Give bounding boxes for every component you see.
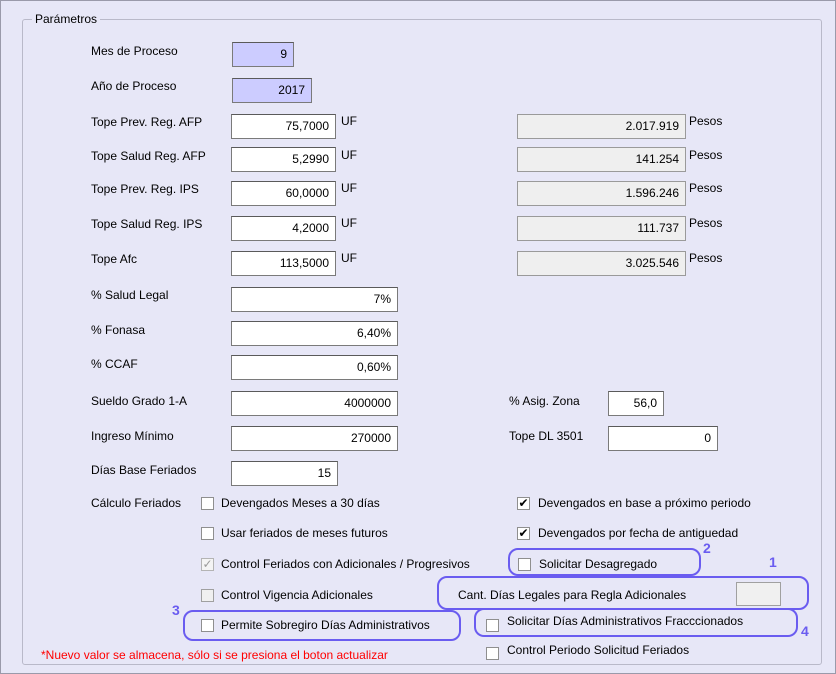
anio-label: Año de Proceso — [91, 79, 177, 93]
fonasa-label: % Fonasa — [91, 323, 146, 337]
salud-legal-input[interactable]: 7% — [231, 287, 398, 312]
devengados-30-checkbox[interactable] — [201, 497, 214, 510]
tope-salud-ips-label: Tope Salud Reg. IPS — [91, 217, 203, 231]
dias-base-input[interactable]: 15 — [231, 461, 338, 486]
tope-salud-afp-label: Tope Salud Reg. AFP — [91, 149, 206, 163]
mes-label: Mes de Proceso — [91, 44, 178, 58]
annotation-number-1: 1 — [769, 554, 777, 570]
dias-base-value: 15 — [317, 466, 331, 480]
tope-salud-afp-input[interactable]: 5,2990 — [231, 147, 336, 172]
ingreso-input[interactable]: 270000 — [231, 426, 398, 451]
highlight-2 — [508, 548, 701, 576]
asig-zona-value: 56,0 — [633, 396, 657, 410]
devengados-proximo-checkbox[interactable]: ✔ — [517, 497, 530, 510]
sueldo-label: Sueldo Grado 1-A — [91, 394, 188, 408]
devengados-antiguedad-label: Devengados por fecha de antiguedad — [538, 526, 739, 540]
tope-afc-input[interactable]: 113,5000 — [231, 251, 336, 276]
highlight-3 — [183, 610, 461, 641]
control-vigencia-label: Control Vigencia Adicionales — [221, 588, 373, 602]
tope-salud-ips-pesos-value: 111.737 — [637, 221, 679, 235]
ingreso-value: 270000 — [350, 431, 391, 445]
group-title: Parámetros — [32, 12, 101, 26]
ingreso-label: Ingreso Mínimo — [91, 429, 174, 443]
anio-value: 2017 — [278, 83, 305, 97]
tope-dl-input[interactable]: 0 — [608, 426, 718, 451]
annotation-number-3: 3 — [172, 602, 180, 618]
usar-futuros-label: Usar feriados de meses futuros — [221, 526, 388, 540]
tope-prev-afp-input[interactable]: 75,7000 — [231, 114, 336, 139]
tope-prev-afp-value: 75,7000 — [285, 119, 329, 133]
tope-prev-ips-pesos-value: 1.596.246 — [625, 186, 679, 200]
pesos-unit: Pesos — [689, 114, 723, 128]
highlight-4 — [474, 608, 798, 637]
control-periodo-checkbox[interactable] — [486, 647, 499, 660]
dias-base-label: Días Base Feriados — [91, 463, 197, 477]
control-periodo-label: Control Periodo Solicitud Feriados — [507, 643, 690, 657]
pesos-unit: Pesos — [689, 181, 723, 195]
annotation-number-4: 4 — [801, 623, 809, 639]
mes-input[interactable]: 9 — [232, 42, 294, 67]
tope-afc-value: 113,5000 — [279, 256, 329, 270]
sueldo-value: 4000000 — [344, 396, 391, 410]
devengados-30-label: Devengados Meses a 30 días — [221, 496, 380, 510]
pesos-unit: Pesos — [689, 216, 723, 230]
uf-unit: UF — [341, 114, 357, 128]
uf-unit: UF — [341, 181, 357, 195]
tope-dl-value: 0 — [704, 431, 711, 445]
tope-dl-label: Tope DL 3501 — [509, 429, 584, 443]
tope-salud-ips-value: 4,2000 — [292, 221, 329, 235]
uf-unit: UF — [341, 148, 357, 162]
tope-afc-pesos-value: 3.025.546 — [625, 256, 679, 270]
mes-value: 9 — [280, 47, 287, 61]
tope-prev-ips-pesos: 1.596.246 — [517, 181, 686, 206]
uf-unit: UF — [341, 216, 357, 230]
tope-prev-afp-pesos: 2.017.919 — [517, 114, 686, 139]
annotation-number-2: 2 — [703, 540, 711, 556]
fonasa-value: 6,40% — [356, 326, 391, 340]
asig-zona-label: % Asig. Zona — [509, 394, 580, 408]
tope-salud-ips-input[interactable]: 4,2000 — [231, 216, 336, 241]
devengados-antiguedad-checkbox[interactable]: ✔ — [517, 527, 530, 540]
pesos-unit: Pesos — [689, 148, 723, 162]
asig-zona-input[interactable]: 56,0 — [608, 391, 664, 416]
control-adicionales-checkbox[interactable]: ✓ — [201, 558, 214, 571]
devengados-proximo-label: Devengados en base a próximo periodo — [538, 496, 751, 510]
highlight-1 — [437, 576, 809, 610]
sueldo-input[interactable]: 4000000 — [231, 391, 398, 416]
tope-salud-afp-pesos: 141.254 — [517, 147, 686, 172]
salud-legal-value: 7% — [373, 292, 391, 306]
tope-salud-afp-value: 5,2990 — [292, 152, 329, 166]
tope-prev-afp-pesos-value: 2.017.919 — [625, 119, 679, 133]
tope-prev-afp-label: Tope Prev. Reg. AFP — [91, 115, 203, 129]
ccaf-input[interactable]: 0,60% — [231, 355, 398, 380]
tope-afc-pesos: 3.025.546 — [517, 251, 686, 276]
tope-prev-ips-value: 60,0000 — [285, 186, 329, 200]
ccaf-label: % CCAF — [91, 357, 138, 371]
anio-input[interactable]: 2017 — [232, 78, 312, 103]
calculo-feriados-label: Cálculo Feriados — [91, 496, 182, 510]
actualizar-note: *Nuevo valor se almacena, sólo si se pre… — [41, 648, 388, 662]
control-vigencia-checkbox[interactable] — [201, 589, 214, 602]
control-adicionales-label: Control Feriados con Adicionales / Progr… — [221, 557, 470, 571]
tope-salud-ips-pesos: 111.737 — [517, 216, 686, 241]
uf-unit: UF — [341, 251, 357, 265]
tope-prev-ips-label: Tope Prev. Reg. IPS — [91, 182, 199, 196]
usar-futuros-checkbox[interactable] — [201, 527, 214, 540]
salud-legal-label: % Salud Legal — [91, 288, 169, 302]
pesos-unit: Pesos — [689, 251, 723, 265]
tope-afc-label: Tope Afc — [91, 252, 138, 266]
tope-salud-afp-pesos-value: 141.254 — [635, 152, 679, 166]
ccaf-value: 0,60% — [356, 360, 391, 374]
fonasa-input[interactable]: 6,40% — [231, 321, 398, 346]
tope-prev-ips-input[interactable]: 60,0000 — [231, 181, 336, 206]
